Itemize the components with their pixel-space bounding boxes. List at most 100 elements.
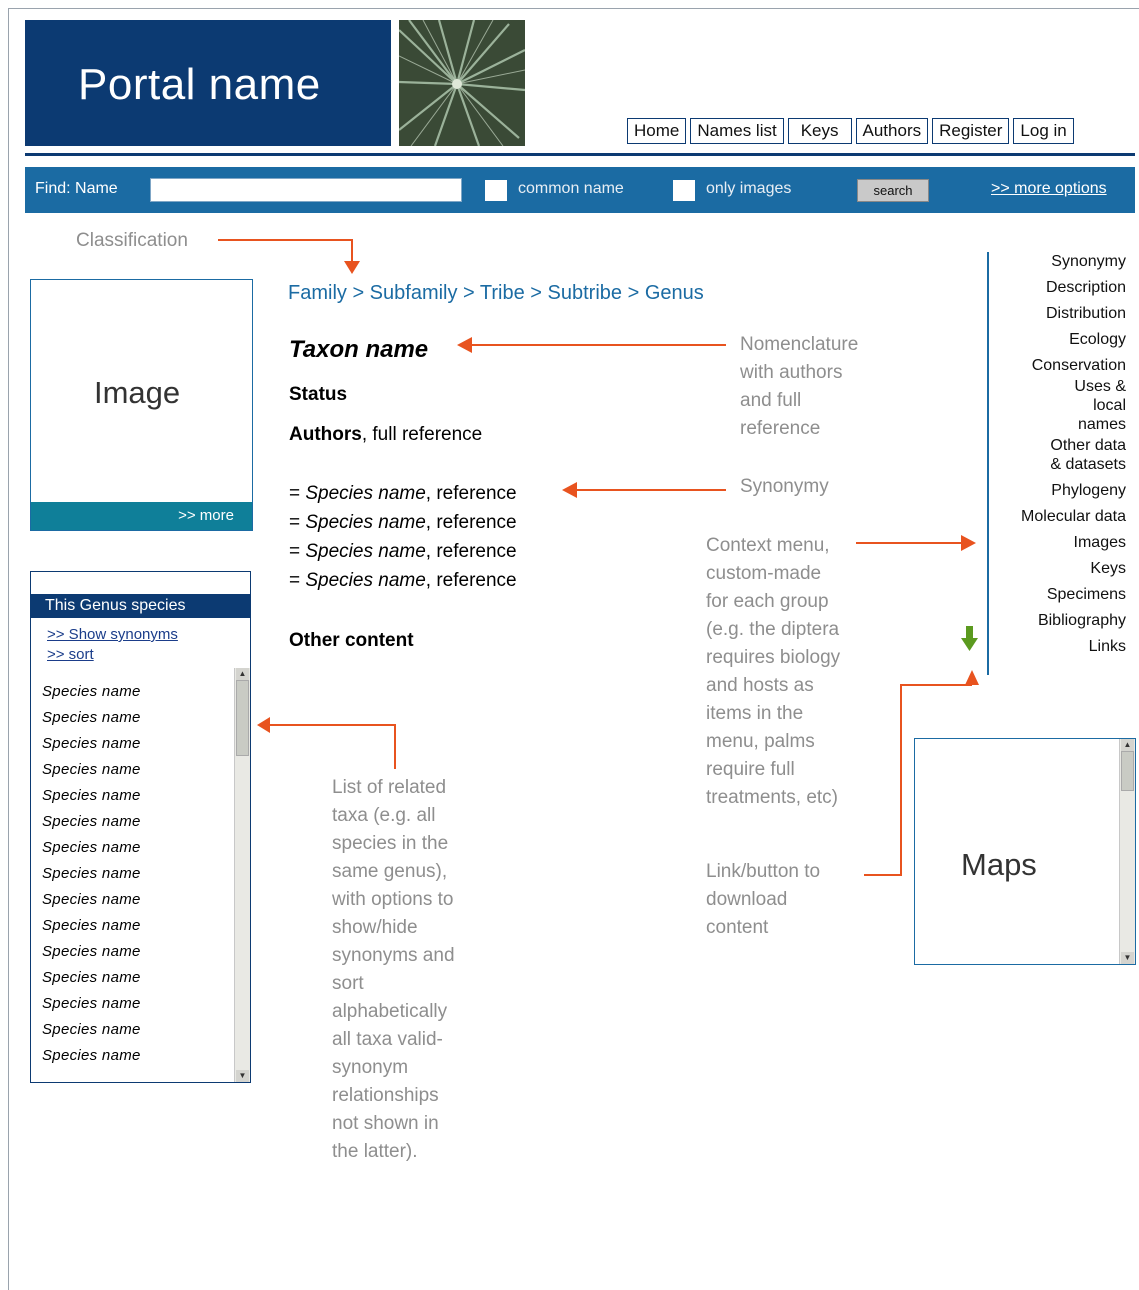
context-menu-item[interactable]: Bibliography <box>986 611 1126 630</box>
more-options-link[interactable]: >> more options <box>991 180 1107 198</box>
show-synonyms-link[interactable]: >> Show synonyms <box>47 626 178 643</box>
species-list-scrollbar[interactable]: ▲ ▼ <box>234 668 250 1082</box>
common-name-checkbox[interactable] <box>485 180 507 201</box>
list-item[interactable]: Species name <box>42 1021 141 1047</box>
list-item[interactable]: Species name <box>42 683 141 709</box>
maps-placeholder-label: Maps <box>961 847 1037 882</box>
annotation-related-list: List of related taxa (e.g. all species i… <box>332 777 455 1162</box>
arrow-download-v <box>900 684 902 876</box>
header-divider <box>25 153 1135 156</box>
list-item[interactable]: Species name <box>42 709 141 735</box>
scrollbar-thumb[interactable] <box>236 680 249 756</box>
context-menu-item[interactable]: Links <box>986 637 1126 656</box>
context-menu-item[interactable]: Ecology <box>986 330 1126 349</box>
list-item[interactable]: Species name <box>42 891 141 917</box>
nav-log-in[interactable]: Log in <box>1013 118 1074 144</box>
list-item[interactable]: Species name <box>42 969 141 995</box>
arrow-head-left-icon <box>562 482 577 498</box>
arrow-head-right-icon <box>961 535 976 551</box>
context-menu-item[interactable]: Uses & local names <box>986 377 1126 434</box>
arrow-head-down-icon <box>344 261 360 274</box>
maps-panel[interactable]: Maps ▲ ▼ <box>914 738 1136 965</box>
search-button[interactable]: search <box>857 179 929 202</box>
portal-name: Portal name <box>78 60 321 109</box>
species-list-panel: This Genus species >> Show synonyms >> s… <box>30 571 251 1083</box>
arrow-head-left-icon <box>257 717 270 733</box>
list-item[interactable]: Species name <box>42 813 141 839</box>
context-menu-item[interactable]: Conservation <box>986 356 1126 375</box>
scrollbar-thumb[interactable] <box>1121 751 1134 791</box>
header-plant-photo <box>399 20 525 146</box>
annotation-synonymy: Synonymy <box>740 476 829 497</box>
list-item[interactable]: Species name <box>42 761 141 787</box>
nav-home[interactable]: Home <box>627 118 687 144</box>
annotation-nomenclature: Nomenclature with authors and full refer… <box>740 334 859 439</box>
portal-logo-banner[interactable]: Portal name <box>25 20 391 146</box>
maps-scrollbar[interactable]: ▲ ▼ <box>1119 739 1135 964</box>
species-list-title: This Genus species <box>31 594 250 618</box>
list-item[interactable]: Species name <box>42 865 141 891</box>
only-images-checkbox[interactable] <box>673 180 695 201</box>
only-images-label: only images <box>706 180 792 197</box>
arrow-head-up-icon <box>965 670 979 685</box>
taxon-authors: Authors, full reference <box>289 424 483 445</box>
arrow-context-menu <box>856 542 964 544</box>
synonym-row: = Species name, reference <box>289 570 517 591</box>
arrow-synonymy <box>574 489 726 491</box>
synonym-row: = Species name, reference <box>289 541 517 562</box>
context-menu-item[interactable]: Images <box>986 533 1126 552</box>
download-arrow-icon[interactable] <box>961 626 979 654</box>
arrow-classification-v <box>351 239 353 263</box>
nav-keys[interactable]: Keys <box>787 118 852 144</box>
sort-link[interactable]: >> sort <box>47 646 94 663</box>
image-panel[interactable]: Image >> more <box>30 279 253 531</box>
taxon-name: Taxon name <box>289 336 429 363</box>
context-menu: Synonymy Description Distribution Ecolog… <box>986 252 1126 663</box>
context-menu-item[interactable]: Molecular data <box>986 507 1126 526</box>
context-menu-item[interactable]: Synonymy <box>986 252 1126 271</box>
synonym-list: = Species name, reference = Species name… <box>289 482 517 598</box>
list-item[interactable]: Species name <box>42 917 141 943</box>
common-name-label: common name <box>518 180 624 197</box>
breadcrumb[interactable]: Family > Subfamily > Tribe > Subtribe > … <box>288 282 704 305</box>
page-frame-left <box>8 8 9 1290</box>
arrow-related-h <box>268 724 396 726</box>
arrow-head-left-icon <box>457 337 472 353</box>
context-menu-item[interactable]: Distribution <box>986 304 1126 323</box>
find-bar: Find: Name common name only images searc… <box>25 167 1135 213</box>
arrow-download-top <box>900 684 972 686</box>
context-menu-item[interactable]: Description <box>986 278 1126 297</box>
list-item[interactable]: Species name <box>42 839 141 865</box>
context-menu-item[interactable]: Other data & datasets <box>986 436 1126 474</box>
arrow-download-h <box>864 874 902 876</box>
list-item[interactable]: Species name <box>42 943 141 969</box>
arrow-classification-h <box>218 239 352 241</box>
scroll-up-icon[interactable]: ▲ <box>236 668 249 680</box>
species-list: Species name Species name Species name S… <box>42 683 141 1073</box>
image-more-link[interactable]: >> more <box>31 502 252 530</box>
list-item[interactable]: Species name <box>42 995 141 1021</box>
page-frame-top <box>8 8 1139 9</box>
scroll-up-icon[interactable]: ▲ <box>1121 739 1134 751</box>
find-name-input[interactable] <box>150 178 462 202</box>
arrow-nomenclature <box>470 344 726 346</box>
context-menu-item[interactable]: Keys <box>986 559 1126 578</box>
list-item[interactable]: Species name <box>42 735 141 761</box>
synonym-row: = Species name, reference <box>289 512 517 533</box>
image-placeholder-label: Image <box>94 375 181 410</box>
scroll-down-icon[interactable]: ▼ <box>1121 952 1134 964</box>
synonym-row: = Species name, reference <box>289 483 517 504</box>
find-label: Find: Name <box>35 180 118 197</box>
nav-register[interactable]: Register <box>932 118 1010 144</box>
arrow-related-v <box>394 724 396 769</box>
list-item[interactable]: Species name <box>42 1047 141 1073</box>
list-item[interactable]: Species name <box>42 787 141 813</box>
top-nav: Home Names list Keys Authors Register Lo… <box>627 118 1074 144</box>
nav-authors[interactable]: Authors <box>855 118 929 144</box>
annotation-classification: Classification <box>76 230 188 251</box>
context-menu-item[interactable]: Phylogeny <box>986 481 1126 500</box>
scroll-down-icon[interactable]: ▼ <box>236 1070 249 1082</box>
palm-leaf-image <box>399 20 525 146</box>
context-menu-item[interactable]: Specimens <box>986 585 1126 604</box>
nav-names-list[interactable]: Names list <box>690 118 784 144</box>
